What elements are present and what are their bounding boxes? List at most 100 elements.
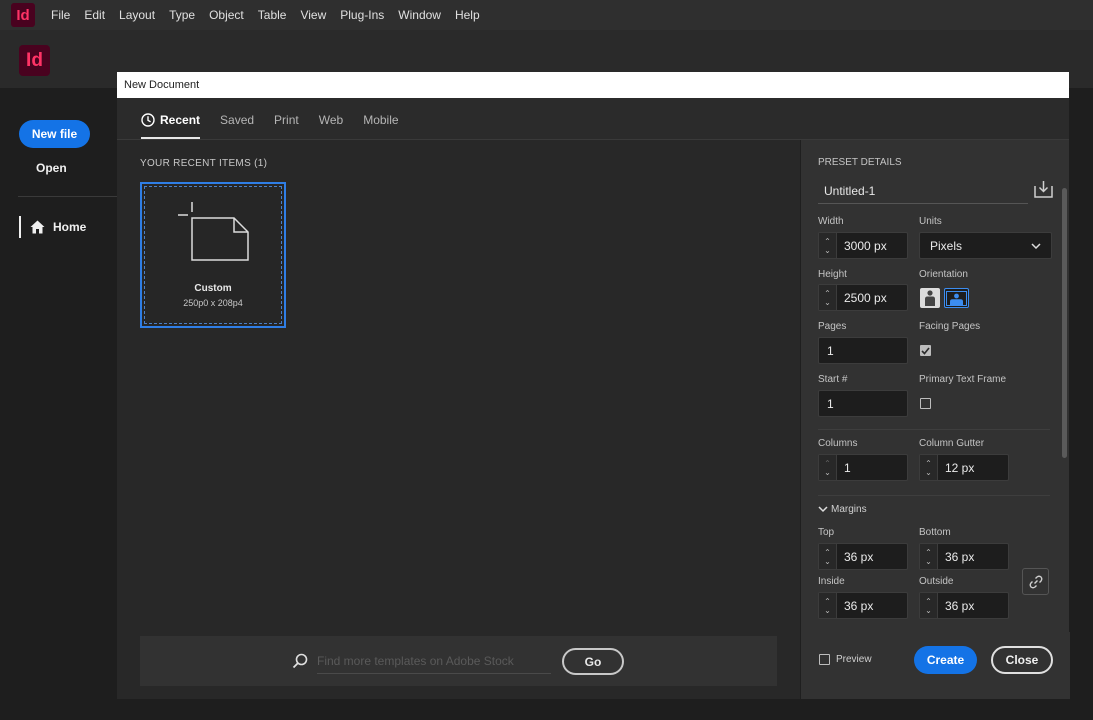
menu-view[interactable]: View xyxy=(293,0,333,30)
menu-plug-ins[interactable]: Plug-Ins xyxy=(333,0,391,30)
recent-item-size: 250p0 x 208p4 xyxy=(183,298,243,308)
tab-mobile[interactable]: Mobile xyxy=(363,113,398,139)
outside-margin-stepper[interactable]: ⌃ ⌄ 36 px xyxy=(919,592,1009,619)
tab-web[interactable]: Web xyxy=(319,113,343,139)
start-page-field[interactable]: 1 xyxy=(818,390,908,417)
tab-recent[interactable]: Recent xyxy=(141,113,201,139)
preview-toggle[interactable]: Preview xyxy=(819,654,872,665)
orientation-label: Orientation xyxy=(919,269,968,280)
recent-item-name: Custom xyxy=(194,283,232,294)
columns-stepper[interactable]: ⌃ ⌄ 1 xyxy=(818,454,908,481)
menu-edit[interactable]: Edit xyxy=(77,0,112,30)
preset-scrollbar-thumb[interactable] xyxy=(1062,188,1067,458)
width-stepper[interactable]: ⌃ ⌄ 3000 px xyxy=(818,232,908,259)
units-select[interactable]: Pixels xyxy=(919,232,1052,259)
stepper-arrows[interactable]: ⌃ ⌄ xyxy=(819,593,837,618)
recent-items-header: YOUR RECENT ITEMS (1) xyxy=(140,158,268,169)
new-document-dialog: New Document Recent Saved Print Web Mobi… xyxy=(117,72,1070,699)
preview-checkbox[interactable] xyxy=(819,654,830,665)
stepper-arrows[interactable]: ⌃ ⌄ xyxy=(920,544,938,569)
go-button[interactable]: Go xyxy=(562,648,624,675)
preset-details-pane: PRESET DETAILS Untitled-1 Width ⌃ ⌄ 3000 … xyxy=(800,140,1070,699)
menu-file[interactable]: File xyxy=(44,0,77,30)
open-button[interactable]: Open xyxy=(36,161,67,175)
portrait-orientation-button[interactable] xyxy=(920,288,940,308)
checkmark-icon xyxy=(921,346,930,355)
clock-icon xyxy=(141,113,155,127)
bottom-margin-stepper[interactable]: ⌃ ⌄ 36 px xyxy=(919,543,1009,570)
menu-window[interactable]: Window xyxy=(391,0,448,30)
stock-search-input[interactable] xyxy=(317,649,551,674)
new-file-button[interactable]: New file xyxy=(19,120,90,148)
landscape-icon xyxy=(946,290,967,306)
stepper-arrows[interactable]: ⌃ ⌄ xyxy=(819,455,837,480)
top-margin-label: Top xyxy=(818,527,835,538)
preview-label: Preview xyxy=(836,654,872,665)
tab-print[interactable]: Print xyxy=(274,113,299,139)
column-gutter-stepper[interactable]: ⌃ ⌄ 12 px xyxy=(919,454,1009,481)
pages-field[interactable]: 1 xyxy=(818,337,908,364)
stepper-arrows[interactable]: ⌃ ⌄ xyxy=(819,233,837,258)
create-button[interactable]: Create xyxy=(914,646,977,674)
height-value: 2500 px xyxy=(844,290,887,305)
stepper-arrows[interactable]: ⌃ ⌄ xyxy=(819,544,837,569)
inside-margin-stepper[interactable]: ⌃ ⌄ 36 px xyxy=(818,592,908,619)
start-page-label: Start # xyxy=(818,374,848,385)
units-value: Pixels xyxy=(930,238,963,253)
menu-object[interactable]: Object xyxy=(202,0,251,30)
portrait-icon xyxy=(925,290,935,306)
height-label: Height xyxy=(818,269,847,280)
section-divider xyxy=(818,495,1050,496)
link-margins-button[interactable] xyxy=(1022,568,1049,595)
menu-layout[interactable]: Layout xyxy=(112,0,162,30)
outside-margin-value: 36 px xyxy=(945,598,975,613)
column-gutter-label: Column Gutter xyxy=(919,438,985,449)
units-label: Units xyxy=(919,216,942,227)
columns-value: 1 xyxy=(844,460,851,475)
menu-table[interactable]: Table xyxy=(251,0,294,30)
margins-label: Margins xyxy=(831,504,867,515)
recent-item-tile[interactable]: Custom 250p0 x 208p4 xyxy=(140,182,286,328)
new-document-icon xyxy=(178,202,249,261)
facing-pages-label: Facing Pages xyxy=(919,321,981,332)
save-preset-icon[interactable] xyxy=(1034,180,1053,198)
width-label: Width xyxy=(818,216,844,227)
inside-margin-value: 36 px xyxy=(844,598,874,613)
stepper-arrows[interactable]: ⌃ ⌄ xyxy=(920,593,938,618)
tab-saved[interactable]: Saved xyxy=(220,113,254,139)
document-name-field[interactable]: Untitled-1 xyxy=(818,180,1028,204)
recent-items-pane: YOUR RECENT ITEMS (1) Custom 250p0 x 208… xyxy=(117,140,800,699)
landscape-orientation-button[interactable] xyxy=(944,288,969,308)
sidebar-item-home[interactable]: Home xyxy=(19,216,86,238)
preset-tabs: Recent Saved Print Web Mobile xyxy=(117,98,1069,140)
menu-help[interactable]: Help xyxy=(448,0,487,30)
stepper-arrows[interactable]: ⌃ ⌄ xyxy=(920,455,938,480)
tab-label: Recent xyxy=(160,113,201,127)
home-icon xyxy=(30,220,45,234)
sidebar-divider xyxy=(18,196,117,197)
bottom-margin-value: 36 px xyxy=(945,549,975,564)
height-stepper[interactable]: ⌃ ⌄ 2500 px xyxy=(818,284,908,311)
primary-text-frame-checkbox[interactable] xyxy=(920,398,931,409)
chevron-down-icon xyxy=(1031,242,1041,249)
column-gutter-value: 12 px xyxy=(945,460,975,475)
home-logo-icon: Id xyxy=(19,45,50,76)
close-button[interactable]: Close xyxy=(991,646,1053,674)
outside-margin-label: Outside xyxy=(919,576,954,587)
margins-section-toggle[interactable]: Margins xyxy=(818,504,867,515)
pages-value: 1 xyxy=(827,343,834,358)
pages-label: Pages xyxy=(818,321,847,332)
home-sidebar xyxy=(0,88,117,720)
top-margin-stepper[interactable]: ⌃ ⌄ 36 px xyxy=(818,543,908,570)
sidebar-item-label: Home xyxy=(53,220,87,234)
search-icon xyxy=(292,653,308,669)
dialog-title: New Document xyxy=(117,72,1069,98)
chain-link-icon xyxy=(1029,575,1042,588)
menu-type[interactable]: Type xyxy=(162,0,202,30)
start-page-value: 1 xyxy=(827,396,834,411)
bottom-margin-label: Bottom xyxy=(919,527,951,538)
facing-pages-checkbox[interactable] xyxy=(920,345,931,356)
indesign-logo-icon: Id xyxy=(11,3,35,27)
adobe-stock-search-bar: Go xyxy=(140,636,777,686)
stepper-arrows[interactable]: ⌃ ⌄ xyxy=(819,285,837,310)
